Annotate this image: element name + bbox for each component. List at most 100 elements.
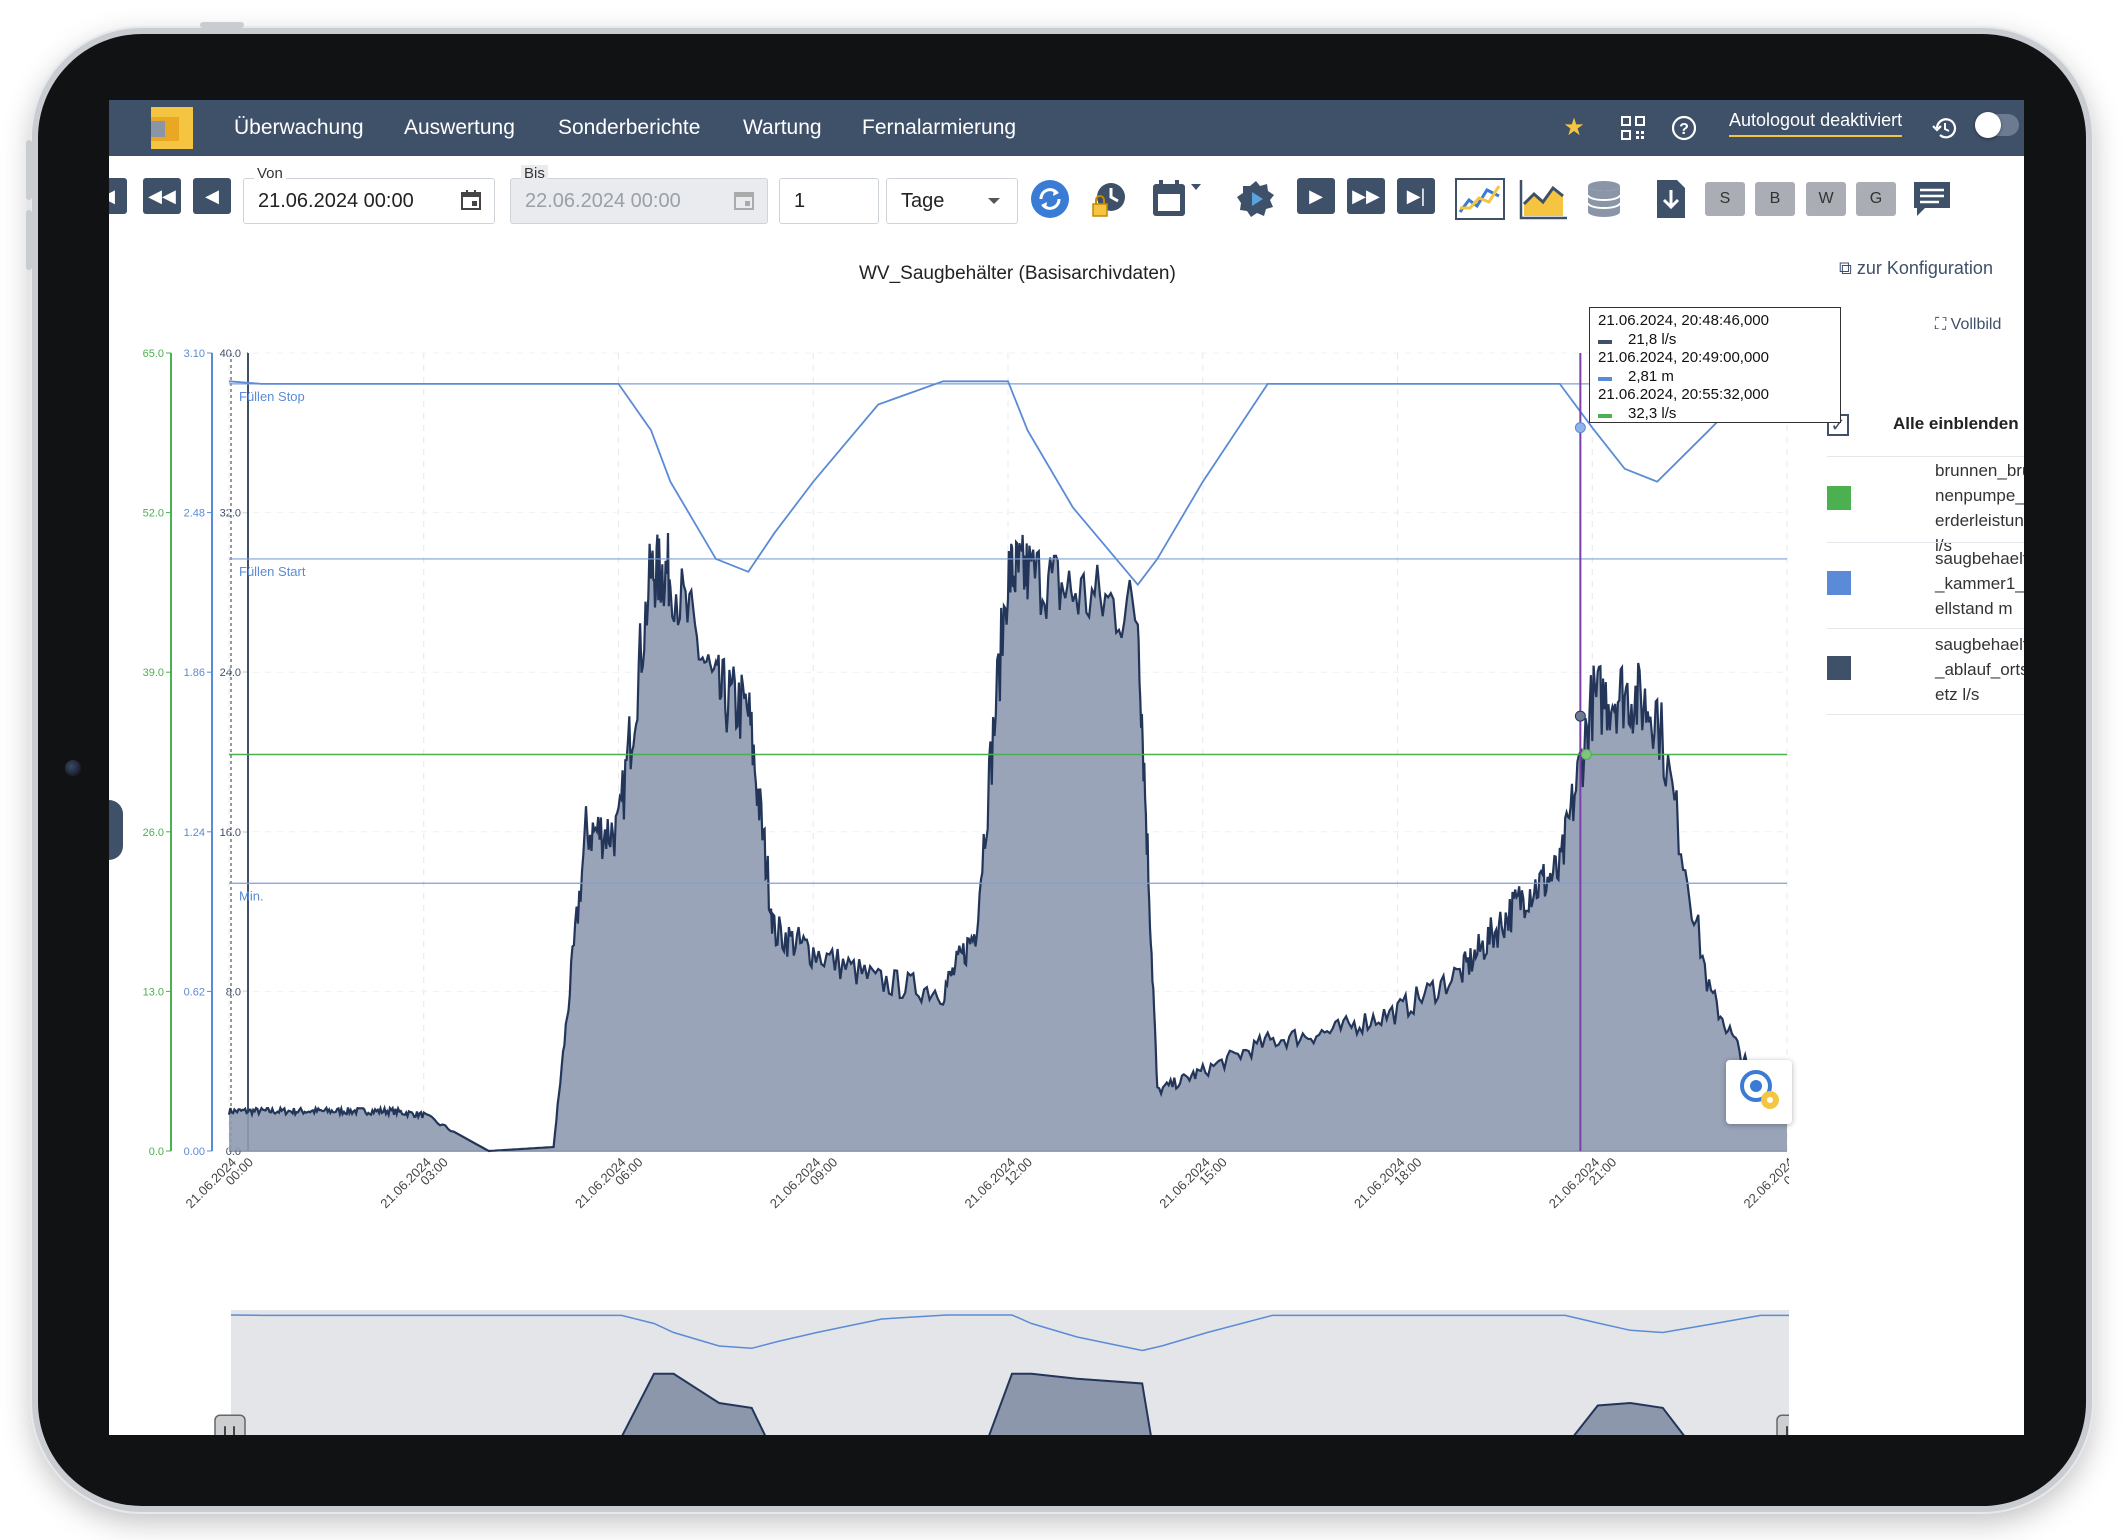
y-axis-green-label: 65.0	[143, 348, 164, 360]
period-count-value[interactable]: 1	[794, 190, 805, 213]
tooltip-value-2: 32,3 l/s	[1628, 404, 1677, 422]
tooltip-time-1: 21.06.2024, 20:49:00,000	[1598, 349, 1769, 366]
letter-w-button[interactable]: W	[1806, 182, 1846, 216]
legend-item-fuellstand[interactable]: saugbehaelter_kammer1_fuellstand m	[1935, 546, 2024, 621]
help-icon[interactable]: ?	[1670, 114, 1698, 142]
favorite-star-icon[interactable]: ★	[1560, 114, 1588, 142]
nav-wartung[interactable]: Wartung	[743, 100, 822, 156]
config-link[interactable]: ⧉ zur Konfiguration	[1839, 258, 1993, 279]
fast-forward-button[interactable]: ▶▶	[1347, 178, 1385, 214]
letter-b-button[interactable]: B	[1755, 182, 1795, 216]
y-axis-dark-label: 16.0	[220, 827, 241, 839]
legend-item-ablauf[interactable]: saugbehaelter_ablauf_ortsnetz l/s	[1935, 632, 2024, 707]
legend-swatch-ablauf[interactable]	[1827, 656, 1851, 680]
qr-code-icon[interactable]	[1619, 114, 1647, 142]
y-axis-green-label: 0.0	[149, 1146, 164, 1158]
period-unit-select[interactable]: Tage	[886, 178, 1018, 224]
x-tick-date: 22.06.2024	[1740, 1155, 1789, 1212]
show-all-label[interactable]: Alle einblenden	[1893, 414, 2019, 434]
main-chart[interactable]: 65.0 52.0 39.0 26.0 13.0 0.0 3.10 2.48 1.86 1.24 0…	[109, 300, 1789, 1435]
tablet-volume-down	[26, 210, 32, 270]
x-tick: 21.06.202406:00	[572, 1155, 646, 1212]
bis-value: 22.06.2024 00:00	[525, 190, 681, 212]
ref-line-label: Min.	[239, 888, 264, 903]
auto-refresh-lock-icon[interactable]	[1087, 178, 1129, 220]
user-settings-icon	[1740, 1070, 1779, 1109]
y-axis-dark-label: 40.0	[220, 348, 241, 360]
dropdown-arrow-icon	[988, 198, 1000, 204]
y-axis-green-label: 52.0	[143, 508, 164, 520]
y-axis-blue-label: 3.10	[184, 348, 205, 360]
app-screen: Überwachung Auswertung Sonderberichte Wa…	[109, 100, 2024, 1435]
first-page-button[interactable]: ◀	[109, 178, 127, 214]
tooltip-time-2: 21.06.2024, 20:55:32,000	[1598, 386, 1769, 403]
top-nav-bar: Überwachung Auswertung Sonderberichte Wa…	[109, 100, 2024, 156]
history-icon[interactable]	[1931, 114, 1959, 142]
calendar-icon[interactable]	[460, 189, 482, 211]
ref-line-label: Füllen Start	[239, 564, 306, 579]
settings-play-icon[interactable]	[1235, 178, 1277, 220]
legend-swatch-fuellstand[interactable]	[1827, 571, 1851, 595]
export-download-icon[interactable]	[1649, 178, 1691, 220]
play-button[interactable]: ▶	[1297, 178, 1335, 214]
period-count-input[interactable]: 1	[779, 178, 879, 224]
config-link-label[interactable]: zur Konfiguration	[1857, 258, 1993, 278]
chart-title: WV_Saugbehälter (Basisarchivdaten)	[859, 263, 1176, 284]
y-axis-dark-label: 24.0	[220, 667, 241, 679]
letter-s-button[interactable]: S	[1705, 182, 1745, 216]
y-axis-blue-label: 1.86	[184, 667, 205, 679]
line-chart-icon[interactable]	[1455, 178, 1505, 220]
refresh-icon[interactable]	[1029, 178, 1071, 220]
backward-button[interactable]: ◀	[193, 178, 231, 214]
x-tick: 22.06.202400:00	[1740, 1155, 1789, 1212]
legend-item-brunnen[interactable]: brunnen_brunnenpumpe_foerderleistung l/s	[1935, 458, 2024, 558]
chart-settings-button[interactable]	[1726, 1060, 1792, 1124]
y-axis-dark-label: 32.0	[220, 508, 241, 520]
von-label: Von	[254, 165, 286, 182]
legend-divider	[1827, 456, 2024, 457]
von-date-field[interactable]: Von 21.06.2024 00:00	[243, 165, 495, 224]
nav-fernalarmierung[interactable]: Fernalarmierung	[862, 100, 1016, 156]
legend-divider	[1827, 714, 2024, 715]
external-link-icon: ⧉	[1839, 258, 1852, 278]
x-tick: 21.06.202418:00	[1351, 1155, 1425, 1212]
svg-text:?: ?	[1679, 121, 1689, 138]
autologout-toggle[interactable]	[1975, 112, 2019, 138]
legend-swatch-brunnen[interactable]	[1827, 486, 1851, 510]
tooltip-time-0: 21.06.2024, 20:48:46,000	[1598, 312, 1769, 329]
fast-backward-button[interactable]: ◀◀	[143, 178, 181, 214]
ref-line-label: Füllen Stop	[239, 389, 305, 404]
range-navigator[interactable]: 21.06.202421.06.202421.06.202421.06.2024…	[196, 1310, 1789, 1435]
y-axis-green-label: 26.0	[143, 827, 164, 839]
nav-auswertung[interactable]: Auswertung	[404, 100, 515, 156]
tooltip-dash-1	[1598, 376, 1612, 381]
calendar-menu-icon[interactable]	[1149, 178, 1209, 220]
side-panel-toggle[interactable]	[109, 800, 123, 860]
comment-icon[interactable]	[1911, 178, 1953, 220]
nav-sonderberichte[interactable]: Sonderberichte	[558, 100, 700, 156]
y-axis-blue-label: 0.00	[184, 1146, 205, 1158]
database-icon[interactable]	[1583, 178, 1625, 220]
fullscreen-label[interactable]: Vollbild	[1951, 316, 2002, 333]
tablet-top-button	[200, 22, 244, 28]
nav-ueberwachung[interactable]: Überwachung	[234, 100, 364, 156]
y-axis-green-label: 13.0	[143, 986, 164, 998]
navigator-handle-left[interactable]	[214, 1414, 246, 1435]
period-unit-value[interactable]: Tage	[901, 190, 944, 213]
autologout-status[interactable]: Autologout deaktiviert	[1729, 110, 1903, 137]
letter-g-button[interactable]: G	[1856, 182, 1896, 216]
fullscreen-button[interactable]: ⛶ Vollbild	[1935, 316, 2001, 334]
ablauf-area-series[interactable]	[227, 532, 1789, 1153]
bis-label: Bis	[521, 165, 548, 182]
von-value[interactable]: 21.06.2024 00:00	[258, 190, 414, 213]
last-page-button[interactable]: ▶|	[1397, 178, 1435, 214]
y-axes: 65.0 52.0 39.0 26.0 13.0 0.0 3.10 2.48 1.86 1.24 0…	[143, 348, 249, 1158]
tooltip-value-1: 2,81 m	[1628, 367, 1674, 385]
fullscreen-icon: ⛶	[1935, 316, 1947, 333]
legend-divider	[1827, 628, 2024, 629]
cursor-point-level	[1574, 422, 1586, 434]
x-tick: 21.06.202403:00	[377, 1155, 451, 1212]
tooltip-dash-2	[1598, 413, 1612, 418]
tooltip-dash-0	[1598, 339, 1612, 344]
area-chart-icon[interactable]	[1519, 178, 1569, 220]
